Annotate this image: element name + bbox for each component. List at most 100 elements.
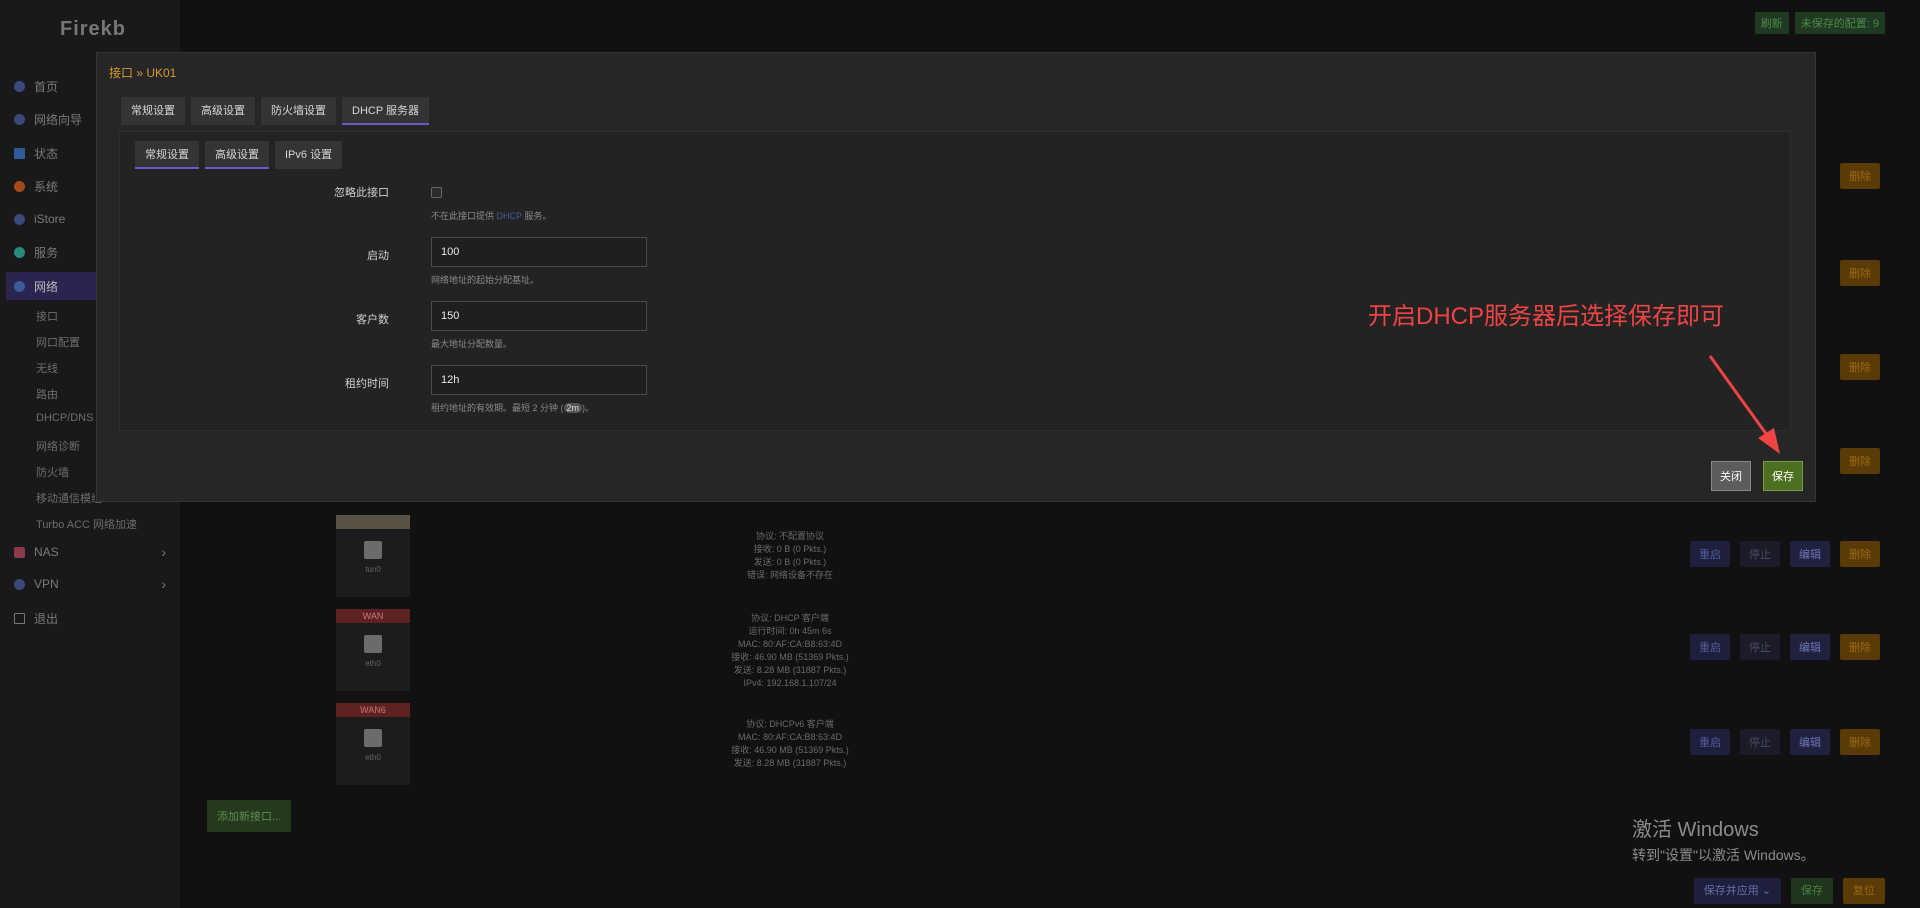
- interface-card-tun0: tun0: [336, 515, 410, 597]
- lease-time-input[interactable]: 12h: [431, 365, 647, 395]
- brand-logo: Firekb: [60, 18, 127, 40]
- row-actions: 重启 停止 编辑 删除: [1690, 634, 1880, 660]
- sidebar-sub-turbo-acc[interactable]: Turbo ACC 网络加速: [36, 516, 137, 532]
- sidebar-item-label: VPN: [34, 577, 59, 591]
- info-line: 接收: 46.90 MB (51369 Pkts.): [731, 745, 849, 755]
- sidebar-item-vpn[interactable]: VPN ›: [14, 572, 174, 596]
- save-button[interactable]: 保存: [1763, 461, 1803, 491]
- sidebar-sub-dhcp-dns[interactable]: DHCP/DNS: [36, 412, 93, 424]
- sidebar-sub-mobile[interactable]: 移动通信模组: [36, 490, 102, 506]
- sidebar-item-label: 首页: [34, 79, 59, 94]
- row-actions: 删除: [1840, 448, 1880, 474]
- ethernet-port-icon: [364, 541, 382, 559]
- sidebar-sub-diagnostics[interactable]: 网络诊断: [36, 438, 80, 454]
- interface-info: 协议: 不配置协议 接收: 0 B (0 Pkts.) 发送: 0 B (0 P…: [700, 530, 880, 582]
- restart-button[interactable]: 重启: [1690, 729, 1730, 755]
- lease-min-badge: 2m: [563, 403, 583, 413]
- interface-card-wan6: WAN6 eth0: [336, 703, 410, 785]
- row-actions: 删除: [1840, 163, 1880, 189]
- info-line: 发送: 8.28 MB (31887 Pkts.): [733, 665, 847, 675]
- watermark-line: 激活 Windows: [1632, 819, 1759, 841]
- sidebar-sub-routes[interactable]: 路由: [36, 386, 58, 402]
- chevron-down-icon[interactable]: ⌄: [1762, 885, 1771, 897]
- close-button[interactable]: 关闭: [1711, 461, 1751, 491]
- sidebar-item-label: 状态: [34, 146, 59, 161]
- restart-button[interactable]: 重启: [1690, 541, 1730, 567]
- sidebar-sub-ports[interactable]: 网口配置: [36, 334, 80, 350]
- tab-firewall[interactable]: 防火墙设置: [261, 97, 336, 125]
- save-and-apply-button[interactable]: 保存并应用 ⌄: [1693, 878, 1781, 904]
- delete-button[interactable]: 删除: [1840, 354, 1880, 380]
- unsaved-changes-button[interactable]: 未保存的配置: 9: [1794, 12, 1885, 34]
- edit-button[interactable]: 编辑: [1790, 729, 1830, 755]
- edit-button[interactable]: 编辑: [1790, 541, 1830, 567]
- sidebar-sub-firewall[interactable]: 防火墙: [36, 464, 69, 480]
- interface-edit-modal: 接口 » UK01 常规设置 高级设置 防火墙设置 DHCP 服务器 常规设置 …: [96, 52, 1816, 502]
- delete-button[interactable]: 删除: [1840, 541, 1880, 567]
- stop-button[interactable]: 停止: [1740, 729, 1780, 755]
- interface-name: WAN6: [336, 703, 410, 717]
- info-line: 接收: 46.90 MB (51369 Pkts.): [731, 652, 849, 662]
- status-icon: [14, 147, 25, 159]
- interface-info: 协议: DHCP 客户端 运行时间: 0h 45m 6s MAC: 80:AF:…: [700, 612, 880, 690]
- delete-button[interactable]: 删除: [1840, 163, 1880, 189]
- chevron-right-icon: ›: [161, 576, 166, 592]
- dhcp-subtabs: 常规设置 高级设置 IPv6 设置: [135, 141, 343, 169]
- subtab-advanced[interactable]: 高级设置: [205, 141, 269, 169]
- windows-activation-watermark: 激活 Windows 转到"设置"以激活 Windows。: [1632, 813, 1815, 865]
- interface-info: 协议: DHCPv6 客户端 MAC: 80:AF:CA:B8:63:4D 接收…: [700, 718, 880, 770]
- tab-advanced[interactable]: 高级设置: [191, 97, 255, 125]
- chevron-right-icon: ›: [161, 544, 166, 560]
- sidebar-item-nas[interactable]: NAS ›: [14, 540, 174, 564]
- sidebar-sub-wireless[interactable]: 无线: [36, 360, 58, 376]
- info-line: 接收: 0 B (0 Pkts.): [753, 544, 827, 554]
- edit-button[interactable]: 编辑: [1790, 634, 1830, 660]
- delete-button[interactable]: 删除: [1840, 260, 1880, 286]
- delete-button[interactable]: 删除: [1840, 729, 1880, 755]
- desc-text: 服务。: [521, 211, 552, 221]
- refresh-button[interactable]: 刷新: [1754, 12, 1789, 34]
- interface-card-wan: WAN eth0: [336, 609, 410, 691]
- stop-button[interactable]: 停止: [1740, 541, 1780, 567]
- info-line: 协议: DHCP 客户端: [751, 613, 829, 623]
- vpn-icon: [14, 578, 25, 590]
- reset-button[interactable]: 复位: [1843, 878, 1885, 904]
- info-line: IPv4: 192.168.1.107/24: [743, 678, 837, 688]
- tab-dhcp-server[interactable]: DHCP 服务器: [342, 97, 430, 125]
- sidebar-item-logout[interactable]: 退出: [14, 606, 174, 630]
- limit-desc: 最大地址分配数量。: [431, 339, 513, 349]
- sidebar-item-label: 系统: [34, 179, 59, 194]
- ethernet-port-icon: [364, 729, 382, 747]
- subtab-general[interactable]: 常规设置: [135, 141, 199, 169]
- tab-general[interactable]: 常规设置: [121, 97, 185, 125]
- database-icon: [14, 546, 25, 558]
- delete-button[interactable]: 删除: [1840, 448, 1880, 474]
- limit-input[interactable]: 150: [431, 301, 647, 331]
- bottom-action-bar: 保存并应用 ⌄ 保存 复位: [1693, 878, 1885, 904]
- start-input[interactable]: 100: [431, 237, 647, 267]
- store-icon: [14, 213, 25, 225]
- ignore-interface-checkbox[interactable]: [431, 187, 442, 198]
- save-and-apply-label: 保存并应用: [1703, 885, 1759, 897]
- sidebar-item-label: 网络向导: [34, 112, 83, 127]
- network-icon: [14, 280, 25, 292]
- limit-label: 客户数: [356, 314, 389, 326]
- row-actions: 删除: [1840, 260, 1880, 286]
- delete-button[interactable]: 删除: [1840, 634, 1880, 660]
- add-interface-button[interactable]: 添加新接口...: [207, 800, 292, 832]
- desc-text: 租约地址的有效期。最短 2 分钟 (: [431, 403, 564, 413]
- interface-device: tun0: [365, 565, 381, 574]
- interface-name: WAN: [336, 609, 410, 623]
- info-line: MAC: 80:AF:CA:B8:63:4D: [737, 639, 843, 649]
- dhcp-link[interactable]: DHCP: [497, 211, 522, 221]
- desc-text: )。: [582, 403, 595, 413]
- home-icon: [14, 80, 25, 92]
- subtab-ipv6[interactable]: IPv6 设置: [275, 141, 343, 169]
- stop-button[interactable]: 停止: [1740, 634, 1780, 660]
- modal-title: 接口 » UK01: [109, 66, 177, 80]
- page-save-button[interactable]: 保存: [1791, 878, 1833, 904]
- interface-name: [336, 515, 410, 529]
- restart-button[interactable]: 重启: [1690, 634, 1730, 660]
- info-line: 协议: 不配置协议: [755, 531, 824, 541]
- sidebar-sub-interfaces[interactable]: 接口: [36, 308, 58, 324]
